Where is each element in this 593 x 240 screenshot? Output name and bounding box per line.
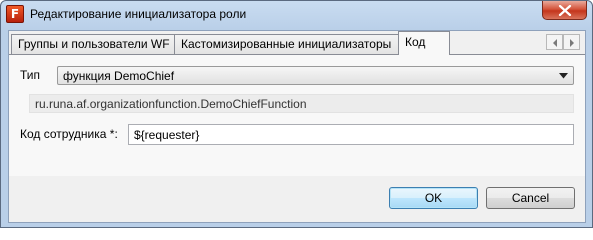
type-select[interactable]: функция DemoChief <box>57 66 574 85</box>
type-select-value: функция DemoChief <box>63 69 175 83</box>
window-title: Редактирование инициализатора роли <box>30 7 247 21</box>
employee-code-input-box <box>128 124 574 145</box>
employee-code-input[interactable] <box>129 125 573 144</box>
close-icon <box>558 5 572 16</box>
type-label: Тип <box>20 68 41 82</box>
ok-button[interactable]: OK <box>389 187 478 209</box>
employee-code-label: Код сотрудника *: <box>20 127 118 141</box>
cancel-button[interactable]: Cancel <box>486 187 575 209</box>
tab-custom-initializers[interactable]: Кастомизированные инициализаторы <box>174 34 399 54</box>
function-class-field: ru.runa.af.organizationfunction.DemoChie… <box>29 94 574 113</box>
tab-scroll-right-button[interactable] <box>563 34 580 50</box>
dialog-client-area: Группы и пользователи WF Кастомизированн… <box>8 30 586 223</box>
tab-bar: Группы и пользователи WF Кастомизированн… <box>9 31 585 55</box>
chevron-left-icon <box>553 39 557 47</box>
close-button[interactable] <box>542 1 587 20</box>
dialog-window: F Редактирование инициализатора роли Гру… <box>0 0 593 228</box>
tab-panel-code: Тип функция DemoChief ru.runa.af.organiz… <box>9 54 585 176</box>
runa-f-icon: F <box>6 5 24 23</box>
tab-groups-and-users[interactable]: Группы и пользователи WF <box>11 34 175 54</box>
tab-scroll-left-button[interactable] <box>546 34 563 50</box>
function-class-name: ru.runa.af.organizationfunction.DemoChie… <box>35 97 307 111</box>
title-bar[interactable]: F Редактирование инициализатора роли <box>1 1 592 29</box>
tab-code[interactable]: Код <box>398 31 450 55</box>
chevron-right-icon <box>570 39 574 47</box>
chevron-down-icon <box>559 73 568 79</box>
